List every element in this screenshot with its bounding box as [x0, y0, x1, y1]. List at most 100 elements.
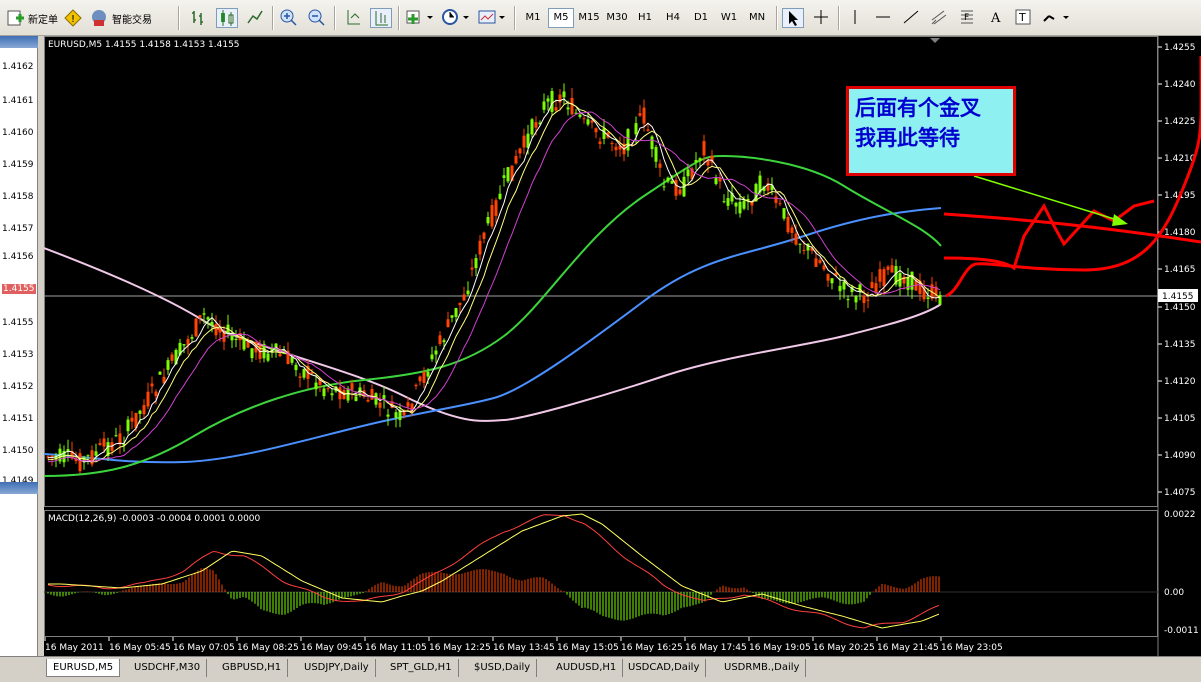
candle-body	[654, 147, 658, 162]
candle-body	[470, 267, 474, 270]
candle-body	[818, 260, 822, 263]
timeframe-h1[interactable]: H1	[632, 8, 658, 28]
trendline-icon	[903, 10, 919, 24]
price-axis-label: 1.4105	[1164, 414, 1196, 424]
chart-tab[interactable]: $USD,Daily	[468, 659, 538, 677]
chart-canvas[interactable]: 1.42551.42401.42251.42101.41951.41801.41…	[44, 36, 1201, 656]
candle-body	[298, 376, 302, 378]
candle-body	[206, 317, 210, 320]
price-axis-label: 1.4120	[1164, 377, 1196, 387]
candle-body	[474, 258, 478, 269]
candle-body	[182, 344, 186, 346]
left-price-label: 1.4155	[2, 284, 36, 294]
expert-icon	[89, 8, 109, 28]
candle-body	[370, 389, 374, 400]
timeframe-d1[interactable]: D1	[688, 8, 714, 28]
separator	[398, 6, 400, 30]
chart-tab[interactable]: USDRMB.,Daily	[718, 659, 807, 677]
left-price-label: 1.4162	[2, 62, 34, 72]
candle-body	[550, 91, 554, 112]
chart-tab[interactable]: SPT_GLD,H1	[384, 659, 459, 677]
timeframe-m1[interactable]: M1	[520, 8, 546, 28]
chart-tab[interactable]: USDCHF,M30	[128, 659, 208, 677]
trendline-button[interactable]	[900, 8, 922, 28]
expert-advisor-button[interactable]: 智能交易	[86, 7, 155, 29]
bar-chart-button[interactable]	[188, 8, 210, 28]
timeframe-mn[interactable]: MN	[744, 8, 770, 28]
fibonacci-button[interactable]: F	[956, 8, 978, 28]
left-panel: 1.4162 1.4161 1.4160 1.4159 1.4158 1.4157 1.41…	[0, 36, 38, 656]
candle-body	[938, 294, 942, 305]
chart-tab[interactable]: AUDUSD,H1	[550, 659, 624, 677]
candle-body	[102, 438, 106, 447]
chart-window[interactable]: 1.4255 1.4240 1.4225 1.4210 1.4195 1.4180 1.41…	[44, 36, 1201, 656]
price-axis-label: 1.4150	[1164, 303, 1196, 313]
candle-body	[86, 455, 90, 457]
timeframe-m15[interactable]: M15	[576, 8, 602, 28]
time-axis-label: 16 May 09:45	[301, 643, 363, 653]
channel-button[interactable]	[928, 8, 950, 28]
candle-body	[330, 393, 334, 396]
candle-chart-button[interactable]	[216, 8, 238, 28]
cursor-tool-button[interactable]	[782, 8, 804, 28]
macd-signal-line	[48, 513, 940, 629]
time-axis-label: 16 May 23:05	[941, 643, 1003, 653]
left-price-label: 1.4151	[2, 414, 34, 424]
candle-body	[790, 227, 794, 233]
warning-button[interactable]: !	[60, 7, 86, 29]
svg-text:A: A	[990, 11, 1001, 26]
templates-button[interactable]	[476, 8, 508, 28]
chart-shift-button[interactable]	[370, 8, 392, 28]
zoom-out-button[interactable]	[306, 8, 328, 28]
candle-body	[590, 120, 594, 123]
left-price-label: 1.4161	[2, 96, 34, 106]
left-price-label: 1.4156	[2, 252, 34, 262]
left-price-label: 1.4150	[2, 446, 34, 456]
line-chart-button[interactable]	[244, 8, 266, 28]
timeframe-w1[interactable]: W1	[716, 8, 742, 28]
candle-body	[814, 258, 818, 267]
vertical-line-button[interactable]	[844, 8, 866, 28]
arrows-button[interactable]	[1040, 8, 1072, 28]
chart-tab[interactable]: USDJPY,Daily	[298, 659, 376, 677]
text-label-button[interactable]: T	[1012, 8, 1034, 28]
candle-body	[290, 357, 294, 363]
svg-text:!: !	[71, 14, 75, 25]
candle-body	[146, 391, 150, 407]
line-chart-icon	[247, 10, 263, 24]
candle-body	[142, 405, 146, 415]
periods-button[interactable]	[440, 8, 472, 28]
candle-body	[114, 435, 118, 437]
candle-body	[354, 396, 358, 401]
chart-tab[interactable]: EURUSD,M5	[46, 659, 121, 677]
time-axis-label: 16 May 08:25	[237, 643, 299, 653]
timeframe-m5[interactable]: M5	[548, 8, 574, 28]
candle-body	[798, 243, 802, 245]
auto-scroll-button[interactable]	[342, 8, 364, 28]
candle-body	[366, 399, 370, 402]
chart-tab[interactable]: USDCAD,Daily	[622, 659, 707, 677]
crosshair-tool-button[interactable]	[810, 8, 832, 28]
candle-body	[194, 318, 198, 337]
time-axis-label: 16 May 21:45	[877, 643, 939, 653]
annotation-red-zigzag	[943, 199, 1155, 271]
candle-body	[438, 335, 442, 344]
candle-body	[794, 233, 798, 245]
text-icon: A	[990, 11, 1001, 26]
horizontal-line-button[interactable]	[872, 8, 894, 28]
timeframe-h4[interactable]: H4	[660, 8, 686, 28]
timeframe-m30[interactable]: M30	[604, 8, 630, 28]
candle-body	[658, 163, 662, 168]
candle-body	[570, 97, 574, 115]
text-tool-button[interactable]: A	[984, 8, 1006, 28]
indicators-button[interactable]	[404, 8, 436, 28]
candle-body	[346, 388, 350, 401]
candle-body	[322, 388, 326, 397]
new-order-button[interactable]: 新定单	[2, 7, 61, 29]
chart-tab[interactable]: GBPUSD,H1	[216, 659, 289, 677]
zoom-in-button[interactable]	[278, 8, 300, 28]
candle-body	[578, 114, 582, 117]
candle-body	[78, 453, 82, 472]
candle-body	[166, 360, 170, 370]
candle-body	[830, 278, 834, 284]
